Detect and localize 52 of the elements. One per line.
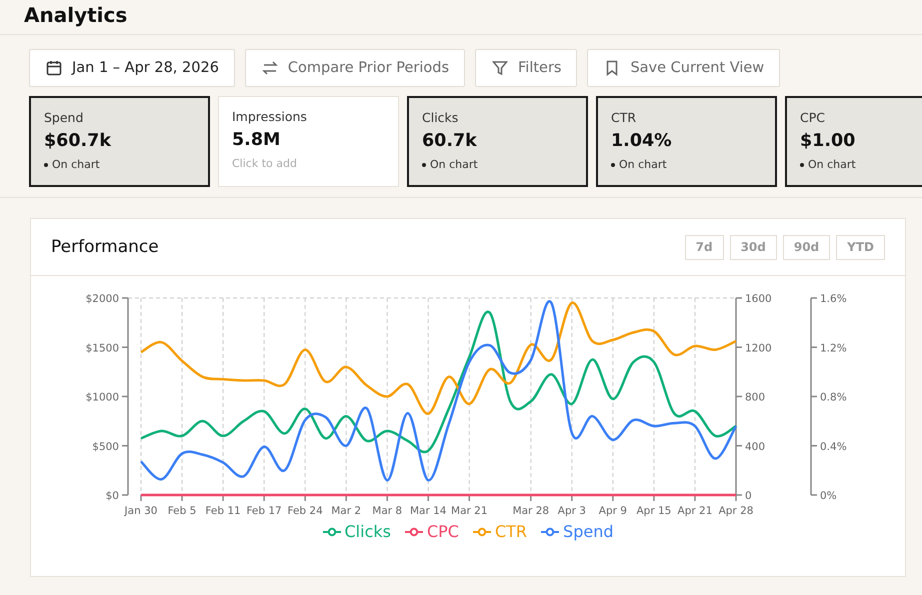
axis-label: Mar 14 <box>410 505 446 517</box>
axis-label: $0 <box>106 490 119 502</box>
axis-label: Apr 21 <box>678 505 712 517</box>
axis-label: 800 <box>745 392 766 404</box>
axis-label: Apr 9 <box>598 505 627 517</box>
page-title: Analytics <box>24 5 128 25</box>
axis-label: Apr 3 <box>558 505 586 517</box>
axis-label: Mar 8 <box>372 505 402 517</box>
legend-label: Spend <box>563 522 614 541</box>
range-button[interactable]: 7d <box>684 234 724 260</box>
axis-label: 1600 <box>745 293 772 305</box>
axis-label: Feb 11 <box>205 505 241 517</box>
axis-label: 400 <box>745 440 766 453</box>
axis-label: Apr 15 <box>636 505 672 517</box>
axis-label: Feb 24 <box>288 505 323 517</box>
range-button[interactable]: YTD <box>836 234 885 260</box>
filter-icon <box>491 59 509 77</box>
toolbar-button[interactable]: Save Current View <box>587 49 780 87</box>
metric-card[interactable]: Clicks 60.7k On chart <box>407 96 588 187</box>
axis-label: 0% <box>820 490 837 502</box>
axis-label: $500 <box>92 440 119 453</box>
metric-card[interactable]: Spend $60.7k On chart <box>29 96 210 187</box>
range-button[interactable]: 30d <box>730 234 777 260</box>
metric-card[interactable]: CTR 1.04% On chart <box>596 96 777 187</box>
axis-label: Feb 5 <box>168 505 196 517</box>
axis-label: 0.8% <box>820 392 847 404</box>
axis-label: $2000 <box>86 293 119 305</box>
axis-label: Mar 21 <box>451 505 488 517</box>
calendar-icon <box>45 59 63 77</box>
swap-arrows-icon <box>260 59 279 77</box>
axis-label: 1200 <box>745 342 772 354</box>
axis-label: 0.4% <box>820 440 847 453</box>
axis-label: Mar 28 <box>512 505 550 517</box>
toolbar-button[interactable]: Filters <box>475 49 578 87</box>
axis-label: Mar 2 <box>331 505 362 517</box>
axis-label: Jan 30 <box>124 505 158 517</box>
toolbar-button[interactable]: Jan 1 – Apr 28, 2026 <box>29 49 235 87</box>
axis-label: Feb 17 <box>246 505 282 517</box>
metric-card[interactable]: CPC $1.00 On chart <box>785 96 922 187</box>
legend-label: CTR <box>494 522 528 541</box>
axis-label: $1000 <box>86 392 119 404</box>
axis-label: $1500 <box>86 342 119 354</box>
legend-label: Clicks <box>344 522 391 541</box>
toolbar-button[interactable]: Compare Prior Periods <box>244 49 465 87</box>
legend-label: CPC <box>426 522 459 541</box>
range-button[interactable]: 90d <box>782 234 830 260</box>
axis-label: 1.6% <box>820 293 847 305</box>
axis-label: 1.2% <box>820 342 847 354</box>
card-title: Performance <box>51 237 159 257</box>
metric-card[interactable]: Impressions 5.8M Click to add <box>218 96 399 187</box>
axis-label: 0 <box>745 490 752 502</box>
axis-label: Apr 28 <box>718 505 754 517</box>
